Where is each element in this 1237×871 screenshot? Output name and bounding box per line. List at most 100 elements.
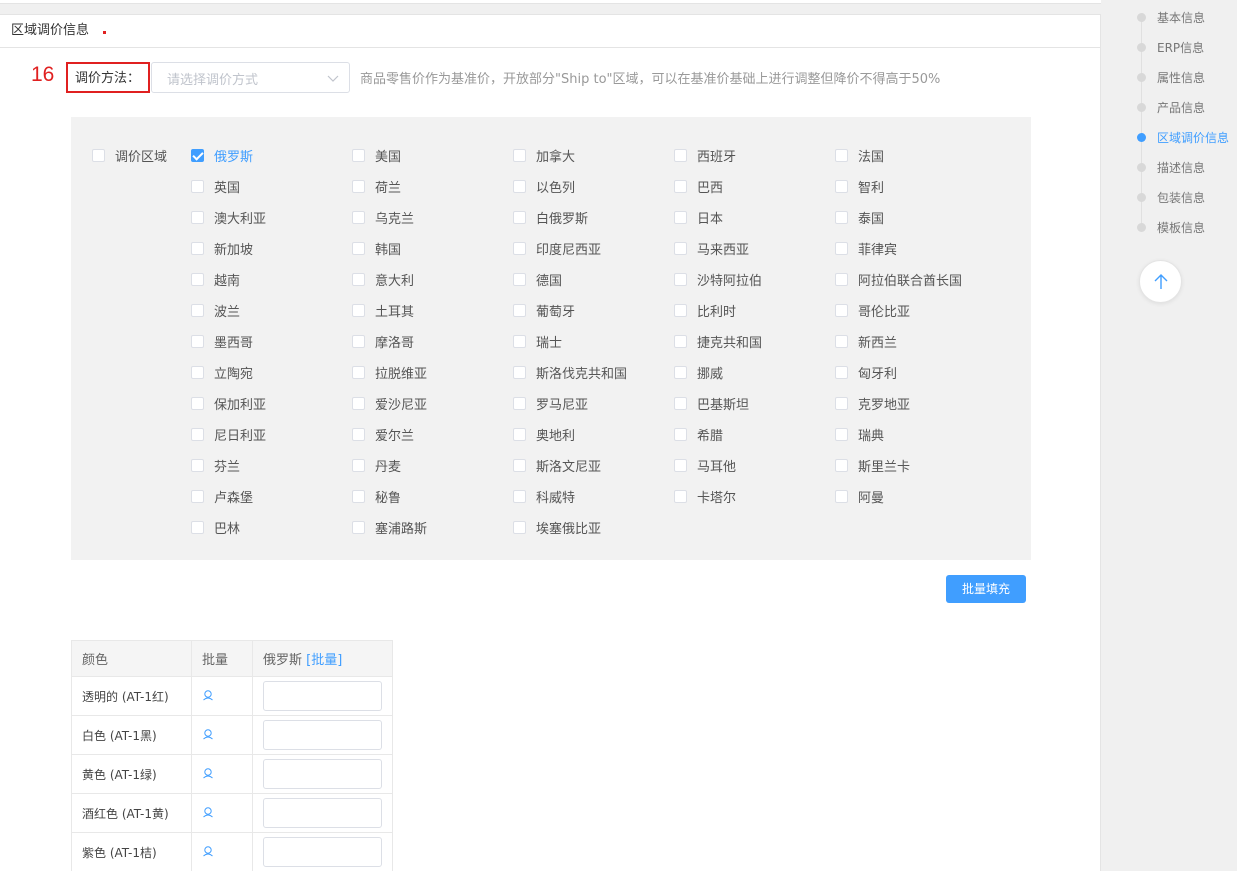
country-checkbox[interactable]: 爱沙尼亚 xyxy=(352,394,427,413)
country-label: 阿拉伯联合酋长国 xyxy=(858,274,963,289)
country-checkbox[interactable]: 俄罗斯 xyxy=(191,146,253,165)
country-checkbox[interactable]: 乌克兰 xyxy=(352,208,414,227)
russia-batch-link[interactable]: [批量] xyxy=(306,653,342,668)
country-checkbox[interactable]: 罗马尼亚 xyxy=(513,394,588,413)
country-checkbox[interactable]: 泰国 xyxy=(835,208,884,227)
nav-item[interactable]: 描述信息 xyxy=(1137,159,1205,176)
country-checkbox[interactable]: 卡塔尔 xyxy=(674,487,736,506)
country-checkbox[interactable]: 斯洛文尼亚 xyxy=(513,456,601,475)
country-label: 爱沙尼亚 xyxy=(375,398,428,413)
country-checkbox[interactable]: 塞浦路斯 xyxy=(352,518,427,537)
country-checkbox[interactable]: 科威特 xyxy=(513,487,575,506)
country-checkbox[interactable]: 新加坡 xyxy=(191,239,253,258)
price-input[interactable] xyxy=(263,720,382,750)
country-checkbox[interactable]: 日本 xyxy=(674,208,723,227)
price-input[interactable] xyxy=(263,837,382,867)
batch-fill-button[interactable]: 批量填充 xyxy=(946,575,1026,603)
country-checkbox[interactable]: 爱尔兰 xyxy=(352,425,414,444)
country-checkbox[interactable]: 阿拉伯联合酋长国 xyxy=(835,270,962,289)
country-checkbox[interactable]: 巴林 xyxy=(191,518,240,537)
price-cell xyxy=(252,754,393,794)
checkbox-box xyxy=(835,180,848,193)
country-checkbox[interactable]: 新西兰 xyxy=(835,332,897,351)
country-checkbox[interactable]: 墨西哥 xyxy=(191,332,253,351)
country-checkbox[interactable]: 菲律宾 xyxy=(835,239,897,258)
country-checkbox[interactable]: 保加利亚 xyxy=(191,394,266,413)
country-checkbox[interactable]: 挪威 xyxy=(674,363,723,382)
country-checkbox[interactable]: 奥地利 xyxy=(513,425,575,444)
country-checkbox[interactable]: 西班牙 xyxy=(674,146,736,165)
country-checkbox[interactable]: 尼日利亚 xyxy=(191,425,266,444)
country-checkbox[interactable]: 斯里兰卡 xyxy=(835,456,910,475)
country-checkbox[interactable]: 芬兰 xyxy=(191,456,240,475)
country-label: 白俄罗斯 xyxy=(536,212,589,227)
chevron-down-icon xyxy=(327,75,339,82)
country-checkbox[interactable]: 波兰 xyxy=(191,301,240,320)
country-checkbox[interactable]: 马耳他 xyxy=(674,456,736,475)
country-checkbox[interactable]: 智利 xyxy=(835,177,884,196)
country-checkbox[interactable]: 德国 xyxy=(513,270,562,289)
country-checkbox[interactable]: 白俄罗斯 xyxy=(513,208,588,227)
price-input[interactable] xyxy=(263,681,382,711)
batch-edit-icon[interactable] xyxy=(202,689,214,701)
country-checkbox[interactable]: 美国 xyxy=(352,146,401,165)
batch-edit-icon[interactable] xyxy=(202,845,214,857)
country-checkbox[interactable]: 拉脱维亚 xyxy=(352,363,427,382)
nav-item[interactable]: ERP信息 xyxy=(1137,39,1204,56)
back-to-top-button[interactable] xyxy=(1139,260,1182,303)
country-checkbox[interactable]: 匈牙利 xyxy=(835,363,897,382)
country-checkbox[interactable]: 巴西 xyxy=(674,177,723,196)
nav-item[interactable]: 包装信息 xyxy=(1137,189,1205,206)
country-checkbox[interactable]: 澳大利亚 xyxy=(191,208,266,227)
price-cell xyxy=(252,793,393,833)
country-checkbox[interactable]: 马来西亚 xyxy=(674,239,749,258)
country-label: 爱尔兰 xyxy=(375,429,415,444)
nav-item[interactable]: 基本信息 xyxy=(1137,9,1205,26)
country-checkbox[interactable]: 以色列 xyxy=(513,177,575,196)
country-checkbox[interactable]: 希腊 xyxy=(674,425,723,444)
country-checkbox[interactable]: 摩洛哥 xyxy=(352,332,414,351)
country-checkbox[interactable]: 法国 xyxy=(835,146,884,165)
country-checkbox[interactable]: 捷克共和国 xyxy=(674,332,762,351)
country-checkbox[interactable]: 瑞典 xyxy=(835,425,884,444)
country-checkbox[interactable]: 葡萄牙 xyxy=(513,301,575,320)
country-checkbox[interactable]: 卢森堡 xyxy=(191,487,253,506)
batch-cell xyxy=(191,832,253,871)
country-checkbox[interactable]: 克罗地亚 xyxy=(835,394,910,413)
country-checkbox[interactable]: 越南 xyxy=(191,270,240,289)
country-checkbox[interactable]: 比利时 xyxy=(674,301,736,320)
country-checkbox[interactable]: 丹麦 xyxy=(352,456,401,475)
country-checkbox[interactable]: 立陶宛 xyxy=(191,363,253,382)
country-checkbox[interactable]: 印度尼西亚 xyxy=(513,239,601,258)
region-select-all-checkbox[interactable]: 调价区域 xyxy=(92,146,167,165)
country-checkbox[interactable]: 秘鲁 xyxy=(352,487,401,506)
price-method-select[interactable]: 请选择调价方式 xyxy=(151,62,350,93)
checkbox-box xyxy=(674,459,687,472)
country-checkbox[interactable]: 英国 xyxy=(191,177,240,196)
country-checkbox[interactable]: 韩国 xyxy=(352,239,401,258)
country-checkbox[interactable]: 土耳其 xyxy=(352,301,414,320)
nav-item[interactable]: 区域调价信息 xyxy=(1137,129,1229,146)
price-input[interactable] xyxy=(263,759,382,789)
country-checkbox[interactable]: 斯洛伐克共和国 xyxy=(513,363,627,382)
nav-item[interactable]: 产品信息 xyxy=(1137,99,1205,116)
country-checkbox[interactable]: 沙特阿拉伯 xyxy=(674,270,762,289)
checkbox-box xyxy=(513,273,526,286)
nav-item[interactable]: 属性信息 xyxy=(1137,69,1205,86)
country-checkbox[interactable]: 意大利 xyxy=(352,270,414,289)
checkbox-box xyxy=(674,211,687,224)
country-checkbox[interactable]: 哥伦比亚 xyxy=(835,301,910,320)
country-checkbox[interactable]: 荷兰 xyxy=(352,177,401,196)
checkbox-box xyxy=(191,211,204,224)
country-checkbox[interactable]: 加拿大 xyxy=(513,146,575,165)
batch-edit-icon[interactable] xyxy=(202,728,214,740)
country-checkbox[interactable]: 瑞士 xyxy=(513,332,562,351)
country-checkbox[interactable]: 阿曼 xyxy=(835,487,884,506)
price-input[interactable] xyxy=(263,798,382,828)
country-checkbox[interactable]: 埃塞俄比亚 xyxy=(513,518,601,537)
country-checkbox[interactable]: 巴基斯坦 xyxy=(674,394,749,413)
country-label: 葡萄牙 xyxy=(536,305,576,320)
batch-edit-icon[interactable] xyxy=(202,767,214,779)
nav-item[interactable]: 模板信息 xyxy=(1137,219,1205,236)
batch-edit-icon[interactable] xyxy=(202,806,214,818)
